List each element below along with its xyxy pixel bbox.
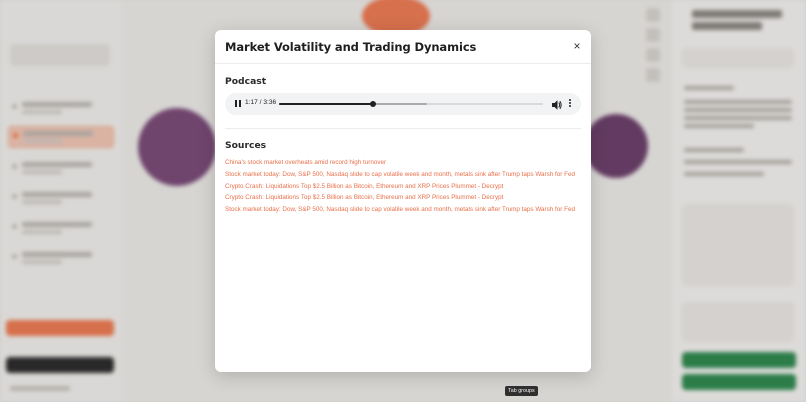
- source-link[interactable]: Crypto Crash: Liquidations Top $2.5 Bill…: [225, 192, 585, 204]
- more-options-icon[interactable]: [567, 99, 573, 109]
- time-display: 1:17 / 3:36: [245, 99, 277, 106]
- sources-heading: Sources: [225, 140, 267, 151]
- podcast-modal: Market Volatility and Trading Dynamics ×…: [215, 30, 591, 372]
- source-link[interactable]: China's stock market overheats amid reco…: [225, 157, 585, 169]
- source-link[interactable]: Stock market today: Dow, S&P 500, Nasdaq…: [225, 169, 585, 181]
- source-link[interactable]: Crypto Crash: Liquidations Top $2.5 Bill…: [225, 181, 585, 193]
- sources-list: China's stock market overheats amid reco…: [225, 157, 585, 216]
- seek-slider[interactable]: [279, 101, 543, 107]
- podcast-heading: Podcast: [225, 76, 267, 87]
- modal-title: Market Volatility and Trading Dynamics: [225, 40, 477, 54]
- pause-button[interactable]: [233, 99, 243, 109]
- audio-player: 1:17 / 3:36: [225, 93, 581, 115]
- source-link[interactable]: Stock market today: Dow, S&P 500, Nasdaq…: [225, 204, 585, 216]
- section-divider: [225, 128, 581, 129]
- modal-header: Market Volatility and Trading Dynamics ×: [215, 30, 591, 64]
- close-button[interactable]: ×: [571, 40, 583, 52]
- volume-icon[interactable]: [552, 98, 562, 110]
- played-bar: [279, 103, 373, 105]
- tab-groups-tooltip: Tab groups: [505, 386, 538, 396]
- seek-handle[interactable]: [369, 101, 376, 107]
